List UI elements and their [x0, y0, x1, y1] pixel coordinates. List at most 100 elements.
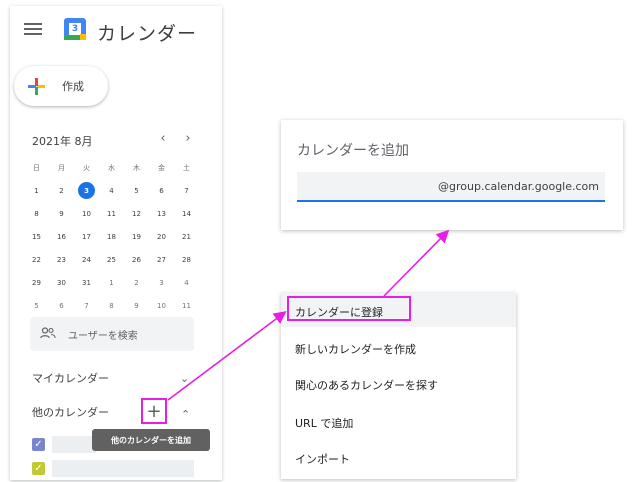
menu-item-label: 関心のあるカレンダーを探す [295, 379, 438, 392]
calendar-day-number: 11 [182, 301, 191, 310]
calendar-day[interactable]: 4 [174, 272, 199, 293]
menu-item-import[interactable]: インポート [281, 440, 516, 474]
people-icon [40, 327, 56, 339]
calendar-day[interactable]: 24 [74, 249, 99, 270]
calendar-day-number: 8 [109, 301, 114, 310]
add-other-calendar-tooltip: 他のカレンダーを追加 [92, 429, 210, 451]
calendar-day[interactable]: 9 [49, 203, 74, 224]
calendar-day-number: 5 [34, 301, 39, 310]
calendar-day[interactable]: 2 [124, 272, 149, 293]
menu-item-browse[interactable]: 関心のあるカレンダーを探す [281, 366, 516, 400]
calendar-day[interactable]: 8 [24, 203, 49, 224]
calendar-checkbox[interactable]: ✓ [32, 462, 45, 475]
calendar-day[interactable]: 12 [124, 203, 149, 224]
calendar-day[interactable]: 13 [149, 203, 174, 224]
calendar-day[interactable]: 1 [99, 272, 124, 293]
calendar-day-number: 11 [107, 209, 116, 218]
calendar-day[interactable]: 29 [24, 272, 49, 293]
calendar-day[interactable]: 15 [24, 226, 49, 247]
calendar-day[interactable]: 10 [149, 295, 174, 316]
add-other-calendar-button[interactable]: + [141, 398, 167, 424]
calendar-name-redacted [52, 436, 96, 453]
arrow-to-dialog [383, 229, 450, 297]
calendar-day[interactable]: 22 [24, 249, 49, 270]
calendar-day[interactable]: 20 [149, 226, 174, 247]
create-button[interactable]: 作成 [14, 66, 108, 106]
other-calendars-label[interactable]: 他のカレンダー [32, 404, 109, 420]
add-calendar-dialog: カレンダーを追加 [281, 120, 623, 230]
calendar-day[interactable]: 5 [24, 295, 49, 316]
plus-icon [28, 78, 45, 95]
calendar-day[interactable]: 11 [174, 295, 199, 316]
calendar-day[interactable]: 6 [49, 295, 74, 316]
weekday-label: 金 [158, 163, 165, 172]
calendar-day-number: 1 [34, 186, 39, 195]
calendar-day-number: 6 [59, 301, 64, 310]
calendar-day-number: 1 [109, 278, 114, 287]
menu-item-label: カレンダーに登録 [295, 306, 383, 319]
calendar-week-row: 15 16 17 18 19 20 21 [24, 226, 204, 249]
calendar-day[interactable]: 6 [149, 180, 174, 201]
calendar-day[interactable]: 16 [49, 226, 74, 247]
calendar-checkbox[interactable]: ✓ [32, 438, 45, 451]
calendar-day-number: 5 [134, 186, 139, 195]
calendar-day[interactable]: 30 [49, 272, 74, 293]
my-calendars-label[interactable]: マイカレンダー [32, 370, 109, 386]
calendar-day-number: 20 [157, 232, 166, 241]
calendar-id-input[interactable] [297, 172, 605, 202]
calendar-day-number: 14 [182, 209, 191, 218]
calendar-day[interactable]: 19 [124, 226, 149, 247]
calendar-day-today[interactable]: 3 [74, 180, 99, 201]
calendar-day[interactable]: 28 [174, 249, 199, 270]
calendar-day[interactable]: 17 [74, 226, 99, 247]
calendar-week-row: 22 23 24 25 26 27 28 [24, 249, 204, 272]
app-title: カレンダー [97, 23, 198, 45]
menu-item-from-url[interactable]: URL で追加 [281, 404, 516, 438]
sidebar: 3 カレンダー 作成 2021年 8月 ‹ › 日 月 火 水 木 金 土 12… [10, 6, 222, 480]
menu-item-subscribe[interactable]: カレンダーに登録 [281, 293, 516, 327]
search-users-field[interactable]: ユーザーを検索 [30, 317, 194, 351]
calendar-day-number: 2 [59, 186, 64, 195]
calendar-day[interactable]: 7 [74, 295, 99, 316]
calendar-day[interactable]: 4 [99, 180, 124, 201]
calendar-day-number: 24 [82, 255, 91, 264]
calendar-day[interactable]: 18 [99, 226, 124, 247]
calendar-day-number: 17 [82, 232, 91, 241]
calendar-day-number: 23 [57, 255, 66, 264]
calendar-day[interactable]: 11 [99, 203, 124, 224]
calendar-day[interactable]: 9 [124, 295, 149, 316]
prev-month-icon[interactable]: ‹ [156, 131, 170, 146]
calendar-day[interactable]: 2 [49, 180, 74, 201]
calendar-day-number: 31 [82, 278, 91, 287]
calendar-name-redacted [52, 460, 194, 477]
calendar-day[interactable]: 31 [74, 272, 99, 293]
weekday-label: 水 [108, 163, 115, 172]
calendar-day[interactable]: 1 [24, 180, 49, 201]
calendar-day[interactable]: 26 [124, 249, 149, 270]
main-menu-icon[interactable] [24, 20, 42, 38]
calendar-day[interactable]: 5 [124, 180, 149, 201]
add-calendar-menu: カレンダーに登録 新しいカレンダーを作成 関心のあるカレンダーを探す URL で… [281, 293, 516, 479]
calendar-day-number: 3 [159, 278, 164, 287]
calendar-logo-icon: 3 [64, 18, 86, 40]
calendar-day[interactable]: 27 [149, 249, 174, 270]
calendar-day[interactable]: 25 [99, 249, 124, 270]
calendar-day-number: 2 [134, 278, 139, 287]
mini-calendar-grid: 日 月 火 水 木 金 土 1 2 3 4 5 6 7 8 9 10 11 12 13 14 15 16 17 1… [24, 157, 204, 318]
calendar-day[interactable]: 3 [149, 272, 174, 293]
calendar-day[interactable]: 8 [99, 295, 124, 316]
calendar-day[interactable]: 14 [174, 203, 199, 224]
calendar-day[interactable]: 7 [174, 180, 199, 201]
next-month-icon[interactable]: › [181, 131, 195, 146]
calendar-day-number: 10 [82, 209, 91, 218]
menu-item-label: URL で追加 [295, 417, 354, 430]
chevron-down-icon[interactable]: ⌄ [180, 372, 189, 385]
calendar-day-number: 7 [184, 186, 189, 195]
weekday-header-row: 日 月 火 水 木 金 土 [24, 157, 204, 180]
add-calendar-title: カレンダーを追加 [297, 143, 409, 159]
calendar-day[interactable]: 10 [74, 203, 99, 224]
menu-item-create-new[interactable]: 新しいカレンダーを作成 [281, 330, 516, 364]
calendar-day[interactable]: 21 [174, 226, 199, 247]
calendar-day[interactable]: 23 [49, 249, 74, 270]
chevron-up-icon[interactable]: ⌃ [181, 408, 190, 421]
